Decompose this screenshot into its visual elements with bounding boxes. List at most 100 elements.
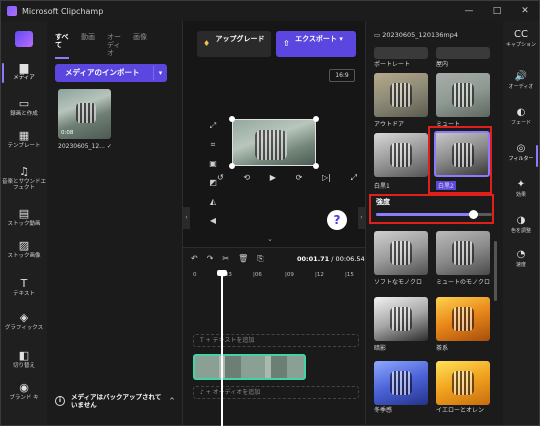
app-logo-icon [15, 31, 33, 47]
right-nav-effects[interactable]: ✦ 効果 [503, 179, 539, 198]
right-nav-label: フェード [510, 120, 531, 126]
filter-tile-shadow[interactable] [374, 297, 428, 341]
filter-tile-portrait[interactable] [374, 47, 428, 59]
help-button[interactable]: ? [327, 210, 347, 230]
brand-kit-icon: ◉ [19, 381, 29, 394]
import-media-button[interactable]: メディアのインポート [55, 64, 167, 82]
export-button[interactable]: ⇧ エクスポート ▾ [276, 31, 356, 57]
add-text-track[interactable]: T + テキストを追加 [193, 334, 359, 347]
nav-item-templates[interactable]: ▦ テンプレート [1, 129, 47, 149]
filter-tile-mute[interactable] [436, 73, 490, 117]
tab-all[interactable]: すべて [55, 33, 75, 59]
flip-icon[interactable]: ◭ [207, 197, 219, 216]
nav-item-stock-images[interactable]: ▨ ストック画像 [1, 239, 47, 259]
right-nav-label: 速度 [515, 262, 526, 268]
intensity-slider[interactable] [376, 210, 492, 219]
ruler-tick: |06 [253, 272, 262, 278]
filter-tile-winter[interactable] [374, 361, 428, 405]
collapse-left-chevron-icon[interactable]: ‹ [183, 207, 190, 229]
undo-icon[interactable]: ↶ [191, 254, 198, 264]
left-navigation: ▆ メディア ▭ 録画と作成 ▦ テンプレート ♫ 音楽とサウンドエフェクト ▤… [1, 21, 47, 425]
template-icon: ▦ [18, 129, 30, 142]
aspect-ratio-button[interactable]: 16:9 [329, 69, 355, 82]
skip-start-icon[interactable]: ↺ [217, 173, 224, 183]
split-icon[interactable]: ✂ [222, 254, 229, 264]
right-nav-audio[interactable]: 🔊 オーディオ [503, 71, 539, 90]
chevron-down-icon: ▾ [339, 35, 343, 43]
filter-tile-soft-mono[interactable] [374, 231, 428, 275]
filter-tile-indoor[interactable] [436, 47, 490, 59]
right-nav-color-adjust[interactable]: ◑ 色を調整 [503, 215, 539, 234]
folder-icon: ▆ [19, 61, 29, 74]
filter-label: ソフトなモノクロ [374, 279, 423, 286]
resize-handle[interactable] [313, 163, 319, 169]
right-nav-fade[interactable]: ◐ フェード [503, 107, 539, 126]
resize-handle[interactable] [229, 116, 235, 122]
filter-tile-mute-mono[interactable] [436, 231, 490, 275]
redo-icon[interactable]: ↷ [207, 254, 214, 264]
minimize-button[interactable]: — [455, 1, 483, 21]
nav-label: 音楽とサウンドエフェクト [1, 179, 46, 191]
cc-icon: CC [514, 29, 528, 40]
tab-audio[interactable]: オーディオ [107, 33, 127, 59]
nav-item-media[interactable]: ▆ メディア [1, 61, 47, 83]
image-icon: ▨ [18, 239, 30, 252]
filter-label: イエローとオレン [436, 407, 484, 414]
right-nav-captions[interactable]: CC キャプション [503, 29, 539, 48]
volume-icon[interactable]: ◀ [207, 216, 219, 235]
right-nav-label: キャプション [505, 42, 536, 48]
skip-end-icon[interactable]: ▷| [322, 173, 331, 183]
selected-filter-highlight [428, 126, 492, 194]
filter-tile-outdoor[interactable] [374, 73, 428, 117]
right-nav-speed[interactable]: ◔ 速度 [503, 249, 539, 268]
nav-label: ストック動画 [7, 221, 41, 227]
fullscreen-icon[interactable]: ⤢ [351, 173, 357, 183]
resize-handle[interactable] [229, 163, 235, 169]
video-preview[interactable] [232, 119, 316, 166]
nav-item-music[interactable]: ♫ 音楽とサウンドエフェクト [1, 165, 47, 191]
backup-notice[interactable]: i メディアはバックアップされていません ^ [55, 387, 175, 415]
close-button[interactable]: ✕ [511, 1, 539, 21]
play-icon[interactable]: ▶ [270, 173, 276, 183]
fit-icon[interactable]: ⤢ [207, 121, 219, 140]
current-time: 00:01.71 [297, 255, 330, 263]
video-clip[interactable] [193, 354, 306, 380]
upgrade-button[interactable]: ♦ アップグレード [197, 31, 271, 57]
collapse-right-chevron-icon[interactable]: › [358, 207, 365, 229]
film-icon: ▤ [18, 207, 30, 220]
right-nav-filters[interactable]: ◎ フィルター [503, 143, 539, 167]
tab-video[interactable]: 動画 [81, 33, 101, 59]
file-icon: ▭ [374, 31, 383, 39]
crop-icon[interactable]: ⌗ [207, 140, 219, 159]
nav-item-brand-kit[interactable]: ◉ ブランド キ [1, 381, 47, 401]
window-title: Microsoft Clipchamp [22, 6, 104, 16]
media-thumbnail[interactable]: 0:08 [58, 89, 111, 139]
intensity-slider-fill [376, 213, 474, 216]
nav-item-stock-video[interactable]: ▤ ストック動画 [1, 207, 47, 227]
filters-scrollbar[interactable] [494, 241, 497, 301]
tab-images[interactable]: 画像 [133, 33, 153, 59]
collapse-down-chevron-icon[interactable]: ⌄ [267, 235, 273, 243]
rewind-icon[interactable]: ⟲ [243, 173, 250, 183]
duplicate-icon[interactable]: ⎘ [257, 254, 263, 264]
nav-item-graphics[interactable]: ◈ グラフィックス [1, 311, 47, 331]
filter-label: ポートレート [374, 61, 411, 68]
delete-icon[interactable]: 🗑 [238, 254, 248, 264]
resize-handle[interactable] [313, 116, 319, 122]
nav-item-text[interactable]: T テキスト [1, 277, 47, 297]
filter-tile-yellow-orange[interactable] [436, 361, 490, 405]
chevron-up-icon[interactable]: ^ [169, 397, 175, 405]
maximize-button[interactable]: □ [483, 1, 511, 21]
forward-icon[interactable]: ⟳ [296, 173, 303, 183]
filter-tile-bw1[interactable] [374, 133, 428, 177]
import-dropdown-chevron-icon[interactable]: ▾ [153, 66, 167, 80]
nav-item-record[interactable]: ▭ 録画と作成 [1, 97, 47, 117]
playhead[interactable] [217, 270, 227, 426]
zebra-image [255, 130, 287, 160]
nav-item-transitions[interactable]: ◧ 切り替え [1, 349, 47, 369]
ruler-tick: |12 [315, 272, 324, 278]
add-audio-track[interactable]: ♪ + オーディオを追加 [193, 386, 359, 399]
total-time: / 00:06.54 [331, 255, 365, 263]
filter-tile-sepia[interactable] [436, 297, 490, 341]
title-bar: Microsoft Clipchamp — □ ✕ [1, 1, 539, 21]
